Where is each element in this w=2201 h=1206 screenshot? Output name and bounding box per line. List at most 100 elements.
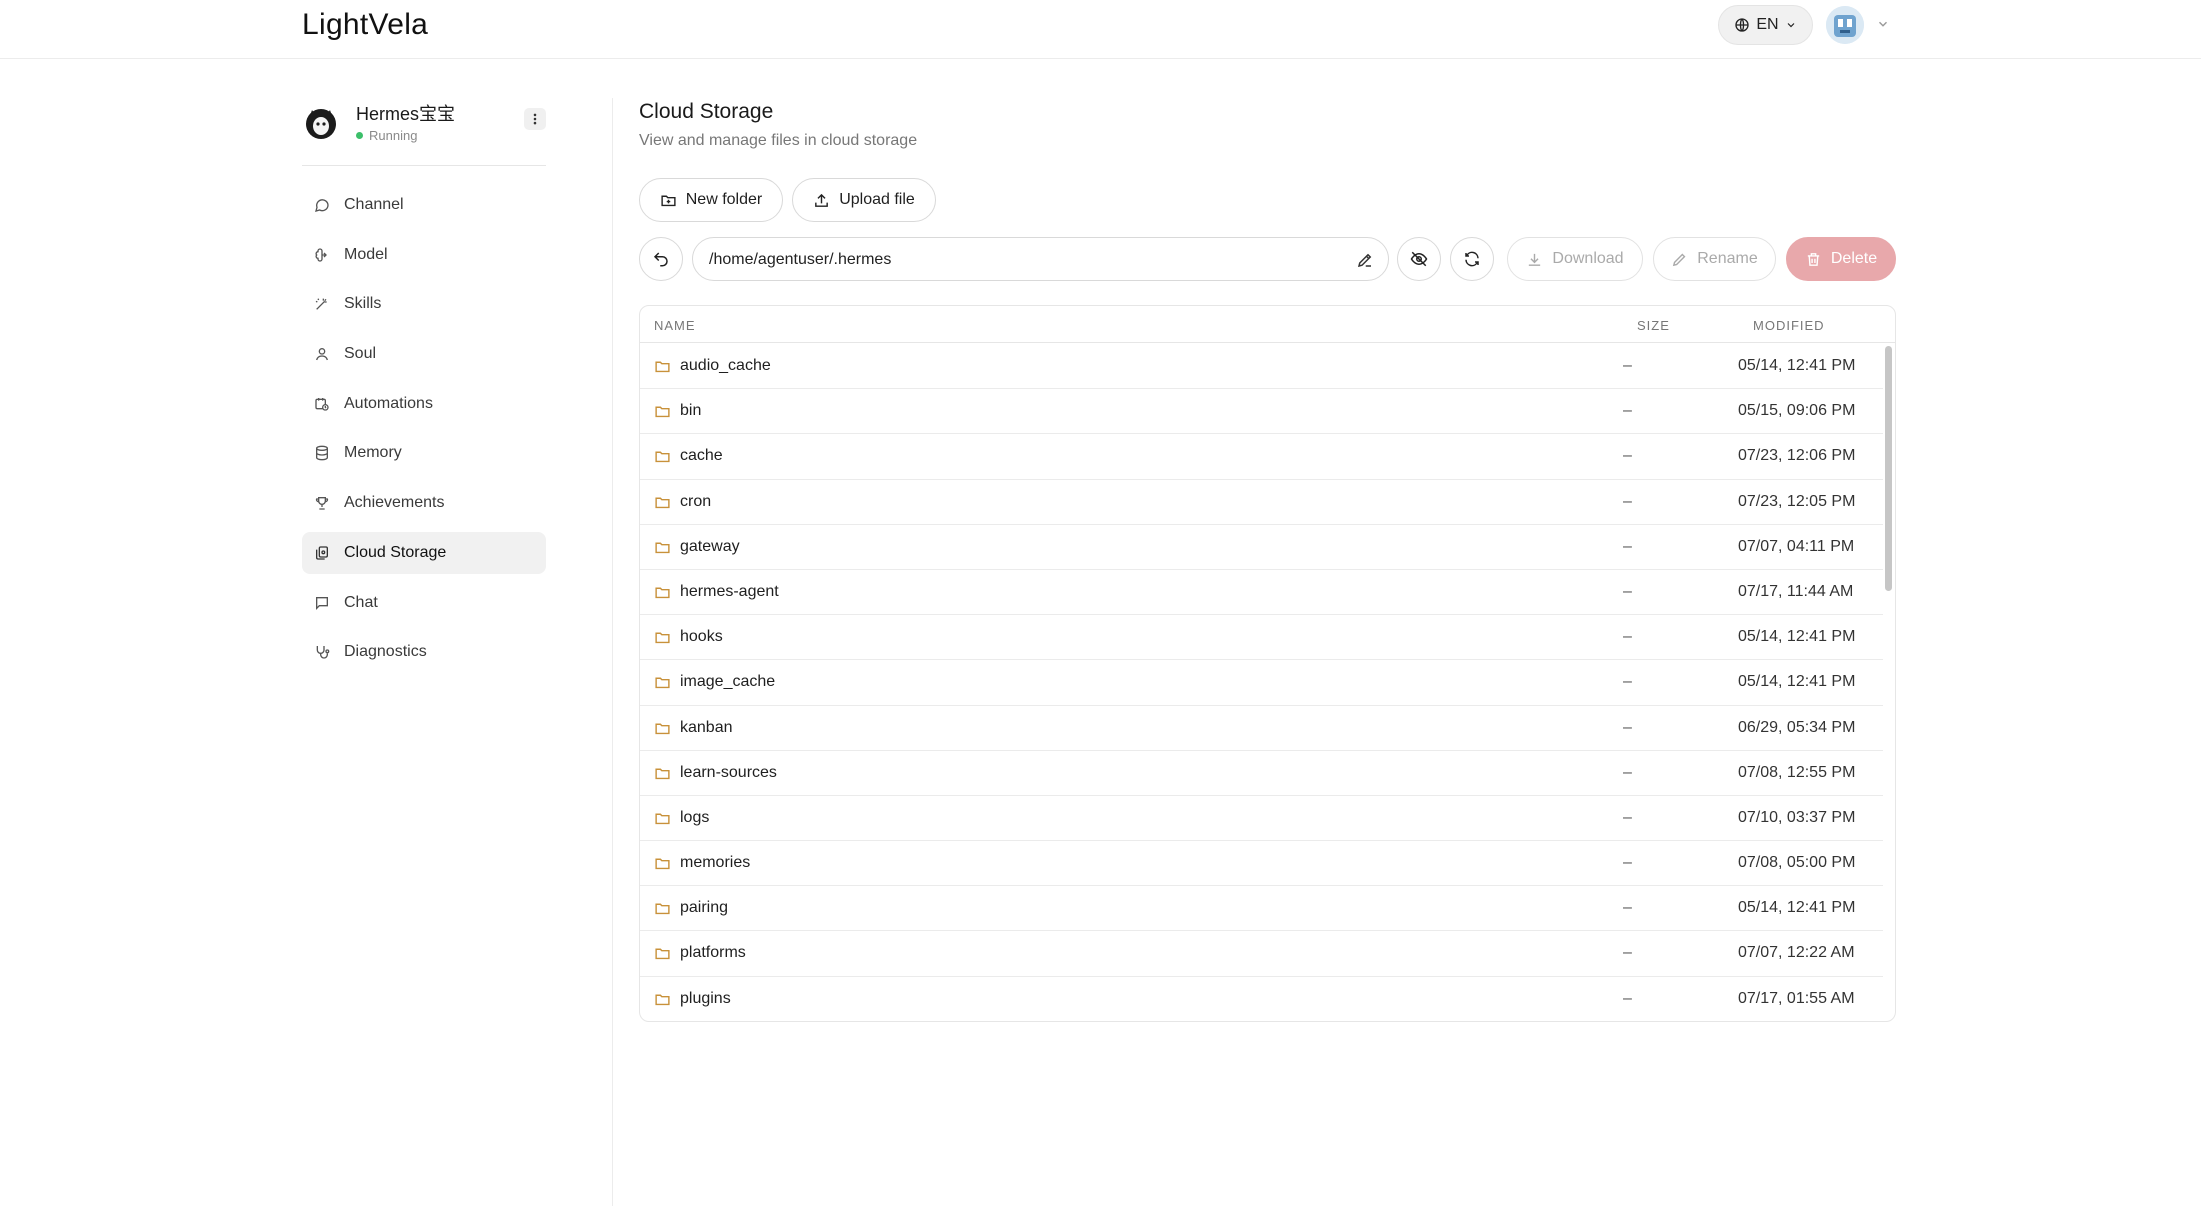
column-header-modified[interactable]: MODIFIED (1753, 318, 1825, 333)
table-row[interactable]: hermes-agent – 07/17, 11:44 AM (640, 570, 1883, 616)
sidebar-item-automations[interactable]: Automations (302, 383, 546, 425)
trash-icon (1807, 252, 1820, 266)
file-size: – (1623, 854, 1632, 872)
file-modified: 07/23, 12:05 PM (1738, 492, 1856, 510)
agent-card: Hermes宝宝 Running (302, 100, 546, 166)
message-square-icon (316, 596, 328, 610)
column-header-name[interactable]: NAME (654, 318, 696, 333)
rename-label: Rename (1697, 250, 1758, 267)
file-name: cron (680, 492, 712, 510)
folder-icon (655, 677, 670, 689)
folder-icon (655, 406, 670, 418)
path-input[interactable]: /home/agentuser/.hermes (692, 237, 1389, 281)
user-avatar[interactable] (1826, 6, 1864, 44)
file-name: plugins (680, 989, 731, 1007)
table-row[interactable]: memories – 07/08, 05:00 PM (640, 841, 1883, 887)
file-modified: 07/10, 03:37 PM (1738, 808, 1856, 826)
delete-button[interactable]: Delete (1786, 237, 1896, 281)
files-icon (316, 546, 328, 560)
language-label: EN (1756, 16, 1779, 33)
agent-menu-button[interactable] (524, 108, 546, 130)
table-row[interactable]: cache – 07/23, 12:06 PM (640, 434, 1883, 480)
file-name: audio_cache (680, 357, 771, 374)
pencil-icon[interactable] (1356, 251, 1374, 269)
file-size: – (1623, 357, 1632, 374)
download-button[interactable]: Download (1507, 237, 1643, 281)
folder-icon (655, 858, 670, 870)
table-row[interactable]: learn-sources – 07/08, 12:55 PM (640, 751, 1883, 796)
new-folder-label: New folder (685, 191, 763, 208)
sidebar-item-channel[interactable]: Channel (302, 184, 546, 226)
file-modified: 05/14, 12:41 PM (1738, 673, 1856, 691)
file-size: – (1623, 492, 1632, 510)
table-row[interactable]: image_cache – 05/14, 12:41 PM (640, 660, 1883, 706)
file-name: learn-sources (680, 763, 777, 781)
app-logo[interactable]: LightVela (302, 8, 428, 42)
delete-label: Delete (1830, 250, 1878, 267)
main-content: Cloud Storage View and manage files in c… (639, 60, 1897, 1206)
sidebar-item-soul[interactable]: Soul (302, 333, 546, 375)
upload-icon (815, 193, 829, 207)
column-header-size[interactable]: SIZE (1637, 318, 1670, 333)
file-modified: 07/23, 12:06 PM (1738, 447, 1856, 465)
sidebar-item-cloud-storage[interactable]: Cloud Storage (302, 531, 546, 574)
account-chevron-icon[interactable] (1876, 17, 1890, 31)
new-folder-button[interactable]: New folder (639, 178, 783, 222)
table-row[interactable]: audio_cache – 05/14, 12:41 PM (640, 344, 1883, 390)
sidebar-item-label: Automations (344, 394, 433, 412)
sidebar: Hermes宝宝 Running Channel Model Skills So… (302, 60, 546, 1206)
file-modified: 05/14, 12:41 PM (1738, 628, 1856, 646)
table-row[interactable]: pairing – 05/14, 12:41 PM (640, 886, 1883, 932)
file-modified: 06/29, 05:34 PM (1738, 718, 1856, 736)
file-name: image_cache (680, 673, 776, 691)
file-table: NAME SIZE MODIFIED audio_cache – 05/14, … (639, 305, 1896, 1022)
calendar-clock-icon (315, 397, 329, 411)
table-row[interactable]: bin – 05/15, 09:06 PM (640, 389, 1883, 435)
table-row[interactable]: kanban – 06/29, 05:34 PM (640, 706, 1883, 751)
folder-icon (655, 587, 670, 599)
table-scrollbar[interactable] (1885, 346, 1892, 591)
table-row[interactable]: hooks – 05/14, 12:41 PM (640, 615, 1883, 661)
sidebar-item-achievements[interactable]: Achievements (302, 482, 546, 524)
page-title: Cloud Storage (639, 100, 774, 123)
download-label: Download (1552, 250, 1624, 267)
status-dot-icon (356, 132, 363, 139)
sidebar-item-label: Skills (344, 295, 382, 313)
sidebar-item-label: Memory (344, 444, 402, 462)
undo-icon (653, 252, 668, 267)
sidebar-item-label: Soul (344, 345, 377, 363)
sidebar-item-model[interactable]: Model (302, 234, 546, 276)
file-size: – (1623, 718, 1632, 736)
table-row[interactable]: gateway – 07/07, 04:11 PM (640, 525, 1883, 570)
sidebar-item-memory[interactable]: Memory (302, 432, 546, 474)
table-row[interactable]: plugins – 07/17, 01:55 AM (640, 977, 1883, 1021)
rename-button[interactable]: Rename (1653, 237, 1776, 281)
file-name: gateway (680, 537, 740, 555)
table-row[interactable]: logs – 07/10, 03:37 PM (640, 796, 1883, 842)
file-modified: 07/07, 04:11 PM (1738, 537, 1855, 555)
toggle-hidden-files-button[interactable] (1397, 237, 1441, 281)
table-row[interactable]: cron – 07/23, 12:05 PM (640, 480, 1883, 525)
folder-icon (655, 994, 670, 1005)
file-modified: 07/07, 12:22 AM (1738, 944, 1855, 962)
agent-avatar-icon[interactable] (304, 102, 338, 142)
sidebar-item-diagnostics[interactable]: Diagnostics (302, 631, 546, 673)
folder-icon (655, 723, 670, 734)
folder-icon (655, 451, 670, 463)
sidebar-item-chat[interactable]: Chat (302, 582, 546, 624)
language-selector[interactable]: EN (1718, 5, 1813, 45)
file-name: cache (680, 447, 723, 465)
folder-icon (655, 903, 670, 915)
agent-status: Running (356, 128, 417, 143)
refresh-button[interactable] (1450, 237, 1494, 281)
folder-icon (655, 542, 670, 553)
file-modified: 07/08, 12:55 PM (1738, 763, 1856, 781)
back-button[interactable] (639, 237, 683, 281)
upload-file-button[interactable]: Upload file (792, 178, 936, 222)
sidebar-item-skills[interactable]: Skills (302, 283, 546, 325)
file-size: – (1623, 537, 1632, 555)
file-name: pairing (680, 899, 729, 917)
upload-file-label: Upload file (839, 191, 915, 208)
more-vertical-icon (533, 113, 537, 125)
table-row[interactable]: platforms – 07/07, 12:22 AM (640, 931, 1883, 977)
